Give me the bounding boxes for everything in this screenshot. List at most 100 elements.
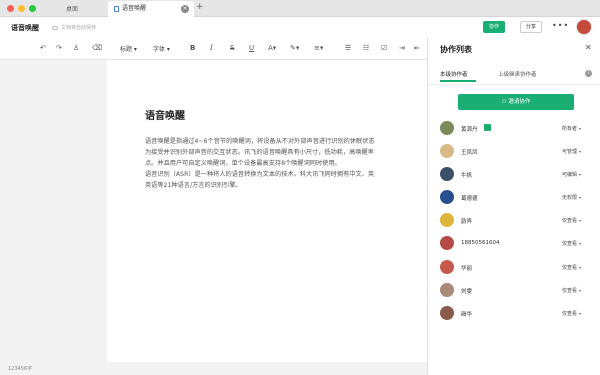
clear-format-icon[interactable]: ⌫ bbox=[92, 44, 102, 52]
member-avatar bbox=[440, 282, 454, 297]
tab-label: 语音唤醒 bbox=[122, 5, 147, 12]
permission-select[interactable]: 可编辑 ▾ bbox=[562, 171, 581, 178]
text-color-icon[interactable]: A▾ bbox=[268, 44, 276, 52]
permission-select[interactable]: 仅查看 ▾ bbox=[562, 217, 581, 224]
owner-badge bbox=[483, 124, 491, 131]
save-status: 文档将自动保存 bbox=[52, 24, 96, 31]
member-row[interactable]: 碣华 仅查看 ▾ bbox=[428, 303, 600, 326]
tab-voice-wakeup[interactable]: 语音唤醒 × bbox=[108, 1, 194, 17]
permission-select[interactable]: 所有者 ▾ bbox=[562, 125, 581, 132]
chevron-down-icon: ▾ bbox=[579, 310, 582, 316]
member-row[interactable]: 黄源丹 所有者 ▾ bbox=[428, 118, 600, 141]
font-select[interactable]: 字体 ▾ bbox=[153, 44, 170, 53]
collaborate-button[interactable]: 协作 bbox=[483, 21, 505, 33]
close-icon[interactable]: ✕ bbox=[585, 43, 592, 52]
close-tab-icon[interactable]: × bbox=[181, 5, 189, 13]
share-button[interactable]: 分享 bbox=[520, 21, 542, 33]
bullet-list-icon[interactable]: ☰ bbox=[345, 44, 351, 52]
chevron-down-icon: ▾ bbox=[579, 195, 582, 201]
user-avatar[interactable] bbox=[576, 19, 592, 35]
member-name: 牛帆 bbox=[461, 173, 473, 180]
word-count: 123456字 bbox=[8, 366, 33, 372]
document-body[interactable]: 语音唤醒是指通过4~6个音节的唤醒词，将设备从不对外部声音进行识别的休眠状态 为… bbox=[145, 136, 435, 191]
info-icon[interactable]: i bbox=[585, 70, 592, 77]
cloud-icon bbox=[52, 25, 58, 30]
strikethrough-icon[interactable]: S bbox=[230, 44, 234, 52]
member-name: 王凤凤 bbox=[461, 150, 478, 157]
more-icon[interactable]: ••• bbox=[552, 21, 569, 30]
member-avatar bbox=[440, 259, 454, 274]
member-avatar bbox=[440, 167, 454, 182]
member-name: 碣华 bbox=[461, 311, 473, 318]
member-avatar bbox=[440, 121, 454, 135]
divider bbox=[428, 84, 600, 85]
italic-icon[interactable]: I bbox=[210, 44, 213, 52]
document-title[interactable]: 语音唤醒 bbox=[145, 107, 185, 122]
status-bar: 123456字 bbox=[0, 362, 427, 375]
new-tab-icon[interactable]: + bbox=[196, 2, 204, 12]
document-page[interactable]: 语音唤醒 语音唤醒是指通过4~6个音节的唤醒词，将设备从不对外部声音进行识别的休… bbox=[107, 60, 427, 362]
permission-select[interactable]: 无权限 ▾ bbox=[562, 194, 581, 201]
tab-desktop[interactable]: 桌面 bbox=[38, 2, 106, 17]
member-row[interactable]: 葛德德 无权限 ▾ bbox=[428, 187, 600, 210]
outdent-icon[interactable]: ⇤ bbox=[414, 44, 420, 52]
member-row[interactable]: 华丽 仅查看 ▾ bbox=[428, 257, 600, 280]
indent-icon[interactable]: ⇥ bbox=[399, 44, 405, 52]
document-name: 语音唤醒 bbox=[11, 24, 39, 32]
member-avatar bbox=[440, 305, 454, 320]
document-icon bbox=[114, 6, 119, 12]
maximize-window-icon[interactable] bbox=[29, 5, 36, 12]
member-avatar bbox=[440, 213, 454, 228]
align-icon[interactable]: ≡▾ bbox=[314, 44, 323, 52]
invite-button[interactable]: ⚇ 邀请协作 bbox=[458, 94, 574, 110]
close-window-icon[interactable] bbox=[7, 5, 14, 12]
paragraph-line: 点。并且用户可自定义唤醒词，单个设备最高支持8个唤醒词同时使用。 bbox=[145, 160, 341, 167]
member-name: 黄源丹 bbox=[461, 127, 478, 133]
undo-icon[interactable]: ↶ bbox=[40, 44, 46, 52]
member-name: 华丽 bbox=[461, 265, 473, 272]
format-toolbar: ↶ ↷ ♙ ⌫ 标题 ▾ 字体 ▾ B I S U A▾ ✎▾ ≡▾ ☰ ☷ ☑… bbox=[0, 38, 427, 60]
member-name: 18850561604 bbox=[461, 240, 500, 247]
paragraph-line: 为接受并识别外部声音的交互状态。讯飞的语音唤醒具有小尺寸，低功耗，高唤醒率 bbox=[145, 149, 374, 156]
bold-icon[interactable]: B bbox=[190, 44, 195, 52]
format-painter-icon[interactable]: ♙ bbox=[73, 44, 79, 52]
panel-title: 协作列表 bbox=[440, 45, 472, 54]
tab-bar: 桌面 语音唤醒 × + bbox=[0, 0, 600, 17]
redo-icon[interactable]: ↷ bbox=[56, 44, 62, 52]
numbered-list-icon[interactable]: ☷ bbox=[363, 44, 369, 52]
editor-area: 语音唤醒 语音唤醒是指通过4~6个音节的唤醒词，将设备从不对外部声音进行识别的休… bbox=[0, 60, 427, 362]
highlight-icon[interactable]: ✎▾ bbox=[290, 44, 299, 52]
permission-select[interactable]: 仅查看 ▾ bbox=[562, 287, 581, 294]
member-avatar bbox=[440, 190, 454, 205]
member-row[interactable]: 刘雯 仅查看 ▾ bbox=[428, 280, 600, 303]
member-row[interactable]: 18850561604 仅查看 ▾ bbox=[428, 233, 600, 256]
permission-select[interactable]: 仅查看 ▾ bbox=[562, 310, 581, 317]
chevron-down-icon: ▾ bbox=[579, 287, 582, 293]
tab-inherited-collaborators[interactable]: 上级继承协作者 bbox=[498, 70, 537, 78]
member-name: 韵弄 bbox=[461, 219, 473, 226]
member-row[interactable]: 王凤凤 可管理 ▾ bbox=[428, 141, 600, 164]
paragraph-line: 语音唤醒是指通过4~6个音节的唤醒词，将设备从不对外部声音进行识别的休眠状态 bbox=[145, 138, 375, 145]
chevron-down-icon: ▾ bbox=[579, 264, 582, 270]
chevron-down-icon: ▾ bbox=[579, 218, 582, 224]
checklist-icon[interactable]: ☑ bbox=[381, 44, 387, 52]
chevron-down-icon: ▾ bbox=[579, 126, 582, 131]
paragraph-line: 英语等21种语言/方言的识别引擎。 bbox=[145, 182, 242, 189]
tab-direct-collaborators[interactable]: 本级协作者 bbox=[440, 70, 468, 78]
underline-icon[interactable]: U bbox=[249, 44, 254, 52]
app-window: 桌面 语音唤醒 × + 语音唤醒 文档将自动保存 协作 分享 ••• ↶ ↷ ♙… bbox=[0, 0, 600, 375]
heading-select[interactable]: 标题 ▾ bbox=[120, 44, 137, 53]
member-row[interactable]: 牛帆 可编辑 ▾ bbox=[428, 164, 600, 187]
member-name: 刘雯 bbox=[461, 288, 473, 295]
permission-select[interactable]: 仅查看 ▾ bbox=[562, 264, 581, 271]
document-header: 语音唤醒 文档将自动保存 协作 分享 ••• bbox=[0, 17, 600, 38]
chevron-down-icon: ▾ bbox=[579, 149, 582, 155]
chevron-down-icon: ▾ bbox=[579, 241, 582, 247]
chevron-down-icon: ▾ bbox=[579, 172, 582, 178]
permission-select[interactable]: 可管理 ▾ bbox=[562, 148, 581, 155]
member-row[interactable]: 韵弄 仅查看 ▾ bbox=[428, 210, 600, 233]
permission-select[interactable]: 仅查看 ▾ bbox=[562, 240, 581, 247]
member-list: 黄源丹 所有者 ▾ 王凤凤 可管理 ▾ 牛帆 可编辑 ▾ 葛德德 无权限 ▾ 韵弄 仅查看 ▾ 1885056… bbox=[428, 118, 600, 326]
member-name: 葛德德 bbox=[461, 196, 478, 203]
minimize-window-icon[interactable] bbox=[18, 5, 25, 12]
